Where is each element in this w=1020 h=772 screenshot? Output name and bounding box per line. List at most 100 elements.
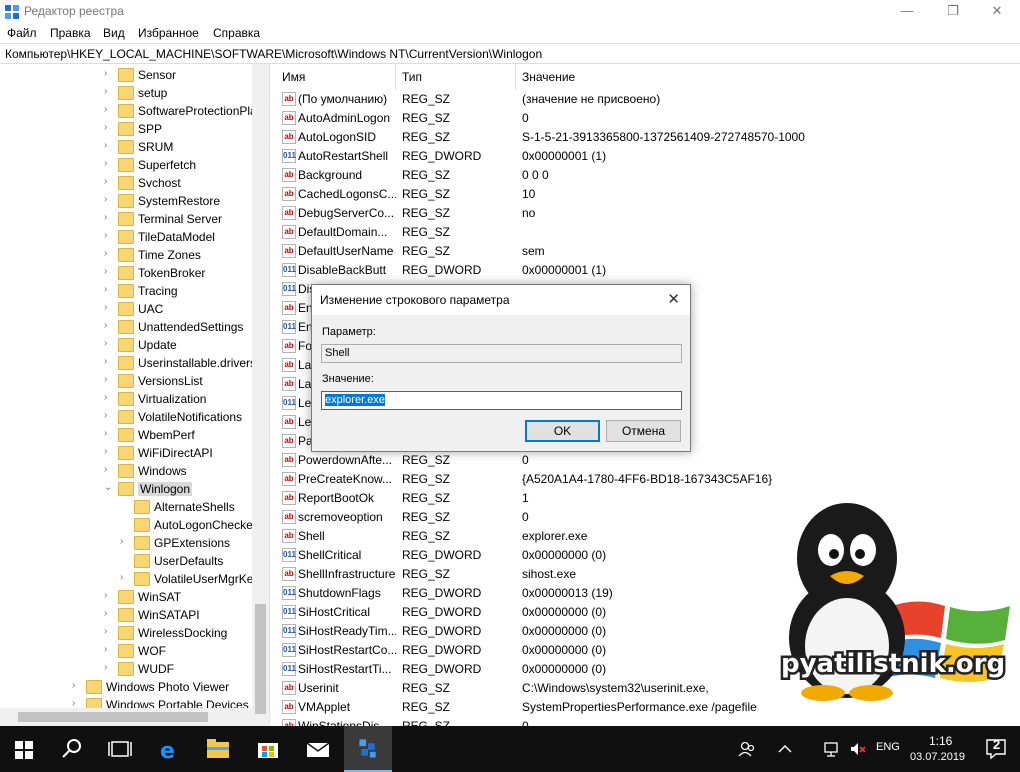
menu-edit[interactable]: Правка	[50, 26, 91, 40]
tree-item[interactable]: › WbemPerf	[0, 426, 252, 444]
tree-item[interactable]: › Tracing	[0, 282, 252, 300]
close-button[interactable]: ✕	[974, 0, 1020, 24]
menu-view[interactable]: Вид	[103, 26, 125, 40]
column-header-data[interactable]: Значение	[516, 64, 816, 90]
task-view-icon[interactable]	[96, 726, 144, 772]
tree-item[interactable]: › UnattendedSettings	[0, 318, 252, 336]
ok-button[interactable]: OK	[525, 420, 600, 442]
menu-favorites[interactable]: Избранное	[138, 26, 199, 40]
value-row[interactable]: ab DefaultDomain... REG_SZ	[276, 223, 1020, 242]
store-icon[interactable]	[244, 726, 292, 772]
tree-expander-icon[interactable]: ›	[104, 122, 114, 133]
value-row[interactable]: ab PowerdownAfte... REG_SZ 0	[276, 451, 1020, 470]
param-value-input[interactable]: explorer.exe	[321, 391, 682, 410]
tree-expander-icon[interactable]: ›	[104, 86, 114, 97]
tree-expander-icon[interactable]: ›	[104, 68, 114, 79]
maximize-button[interactable]: ❐	[930, 0, 976, 24]
tree-item[interactable]: ⌄ Winlogon	[0, 480, 252, 498]
value-row[interactable]: ab CachedLogonsC... REG_SZ 10	[276, 185, 1020, 204]
cancel-button[interactable]: Отмена	[606, 420, 681, 442]
tree-scroll-thumb[interactable]	[255, 604, 266, 714]
column-header-type[interactable]: Тип	[396, 64, 516, 90]
tree-item[interactable]: › Userinstallable.drivers	[0, 354, 256, 372]
tree-expander-icon[interactable]: ›	[104, 374, 114, 385]
minimize-button[interactable]: —	[884, 0, 930, 24]
tree-expander-icon[interactable]: ›	[104, 248, 114, 259]
tree-item[interactable]: › WinSAT	[0, 588, 252, 606]
value-row[interactable]: ab PreCreateKnow... REG_SZ {A520A1A4-1780-4…	[276, 470, 1020, 489]
tree-item[interactable]: › WUDF	[0, 660, 252, 678]
tree-item[interactable]: › TokenBroker	[0, 264, 252, 282]
tree-expander-icon[interactable]: ›	[104, 266, 114, 277]
tree-item[interactable]: AutoLogonChecke	[0, 516, 253, 534]
tree-item[interactable]: › SoftwareProtectionPla	[0, 102, 257, 120]
search-icon[interactable]	[48, 726, 96, 772]
edge-browser-icon[interactable]: e	[146, 726, 194, 772]
tree-expander-icon[interactable]: ›	[104, 590, 114, 601]
file-explorer-icon[interactable]	[194, 726, 242, 772]
tree-expander-icon[interactable]: ›	[104, 194, 114, 205]
value-row[interactable]: ab AutoAdminLogon REG_SZ 0	[276, 109, 1020, 128]
tree-item[interactable]: › VolatileUserMgrKe	[0, 570, 253, 588]
value-row[interactable]: 011 AutoRestartShell REG_DWORD 0x00000001 (…	[276, 147, 1020, 166]
tree-expander-icon[interactable]: ›	[104, 230, 114, 241]
tree-expander-icon[interactable]: ›	[104, 320, 114, 331]
tree-item[interactable]: › SRUM	[0, 138, 252, 156]
tree-expander-icon[interactable]: ›	[120, 536, 130, 547]
tree-expander-icon[interactable]: ›	[104, 338, 114, 349]
tree-item[interactable]: › setup	[0, 84, 252, 102]
tree-expander-icon[interactable]: ›	[104, 464, 114, 475]
tree-item[interactable]: › VersionsList	[0, 372, 252, 390]
address-bar[interactable]: Компьютер\HKEY_LOCAL_MACHINE\SOFTWARE\Mi…	[0, 43, 1020, 64]
tree-expander-icon[interactable]: ›	[104, 410, 114, 421]
value-row[interactable]: ab Background REG_SZ 0 0 0	[276, 166, 1020, 185]
clock-date[interactable]: 03.07.2019	[910, 751, 965, 763]
tree-item[interactable]: › Superfetch	[0, 156, 252, 174]
language-indicator[interactable]: ENG	[876, 741, 900, 753]
tree-expander-icon[interactable]: ›	[72, 680, 82, 691]
tree-expander-icon[interactable]: ›	[104, 176, 114, 187]
tree-item[interactable]: › Svchost	[0, 174, 252, 192]
tree-item[interactable]: › Update	[0, 336, 252, 354]
tree-expander-icon[interactable]: ›	[104, 608, 114, 619]
tree-expander-icon[interactable]: ›	[104, 212, 114, 223]
tree-item[interactable]: › Virtualization	[0, 390, 252, 408]
tree-item[interactable]: UserDefaults	[0, 552, 252, 570]
tree-expander-icon[interactable]: ›	[104, 140, 114, 151]
dialog-close-icon[interactable]: ✕	[667, 290, 680, 308]
tree-item[interactable]: › Windows Photo Viewer	[0, 678, 252, 696]
tree-expander-icon[interactable]: ⌄	[104, 482, 114, 493]
tree-expander-icon[interactable]: ›	[104, 626, 114, 637]
tree-item[interactable]: › SystemRestore	[0, 192, 252, 210]
tree-expander-icon[interactable]: ›	[104, 446, 114, 457]
tree-item[interactable]: › Time Zones	[0, 246, 252, 264]
tree-item[interactable]: › UAC	[0, 300, 252, 318]
menu-file[interactable]: Файл	[7, 26, 37, 40]
value-row[interactable]: ab (По умолчанию) REG_SZ (значение не присв…	[276, 90, 1020, 109]
regedit-taskbar-icon[interactable]	[344, 726, 392, 772]
tree-item[interactable]: › Terminal Server	[0, 210, 252, 228]
value-row[interactable]: ab DefaultUserName REG_SZ sem	[276, 242, 1020, 261]
show-hidden-icons-chevron-icon[interactable]	[775, 739, 795, 759]
tree-hscroll-thumb[interactable]	[18, 712, 208, 722]
tree-expander-icon[interactable]: ›	[104, 302, 114, 313]
tree-expander-icon[interactable]: ›	[104, 662, 114, 673]
tree-item[interactable]: › VolatileNotifications	[0, 408, 252, 426]
tree-vertical-scrollbar[interactable]	[252, 64, 269, 726]
tree-item[interactable]: › WirelessDocking	[0, 624, 252, 642]
tree-expander-icon[interactable]: ›	[104, 158, 114, 169]
network-icon[interactable]	[822, 739, 842, 759]
tree-item[interactable]: › TileDataModel	[0, 228, 252, 246]
tree-expander-icon[interactable]: ›	[104, 104, 114, 115]
tree-expander-icon[interactable]: ›	[104, 428, 114, 439]
value-row[interactable]: ab AutoLogonSID REG_SZ S-1-5-21-3913365800-…	[276, 128, 1020, 147]
tree-expander-icon[interactable]: ›	[104, 356, 114, 367]
tree-expander-icon[interactable]: ›	[104, 644, 114, 655]
tree-item[interactable]: › WOF	[0, 642, 252, 660]
value-row[interactable]: 011 DisableBackButt REG_DWORD 0x00000001 (1…	[276, 261, 1020, 280]
mail-icon[interactable]	[294, 726, 342, 772]
clock-time[interactable]: 1:16	[929, 734, 952, 748]
value-row[interactable]: ab DebugServerCo... REG_SZ no	[276, 204, 1020, 223]
menu-help[interactable]: Справка	[213, 26, 260, 40]
tree-item[interactable]: › GPExtensions	[0, 534, 252, 552]
